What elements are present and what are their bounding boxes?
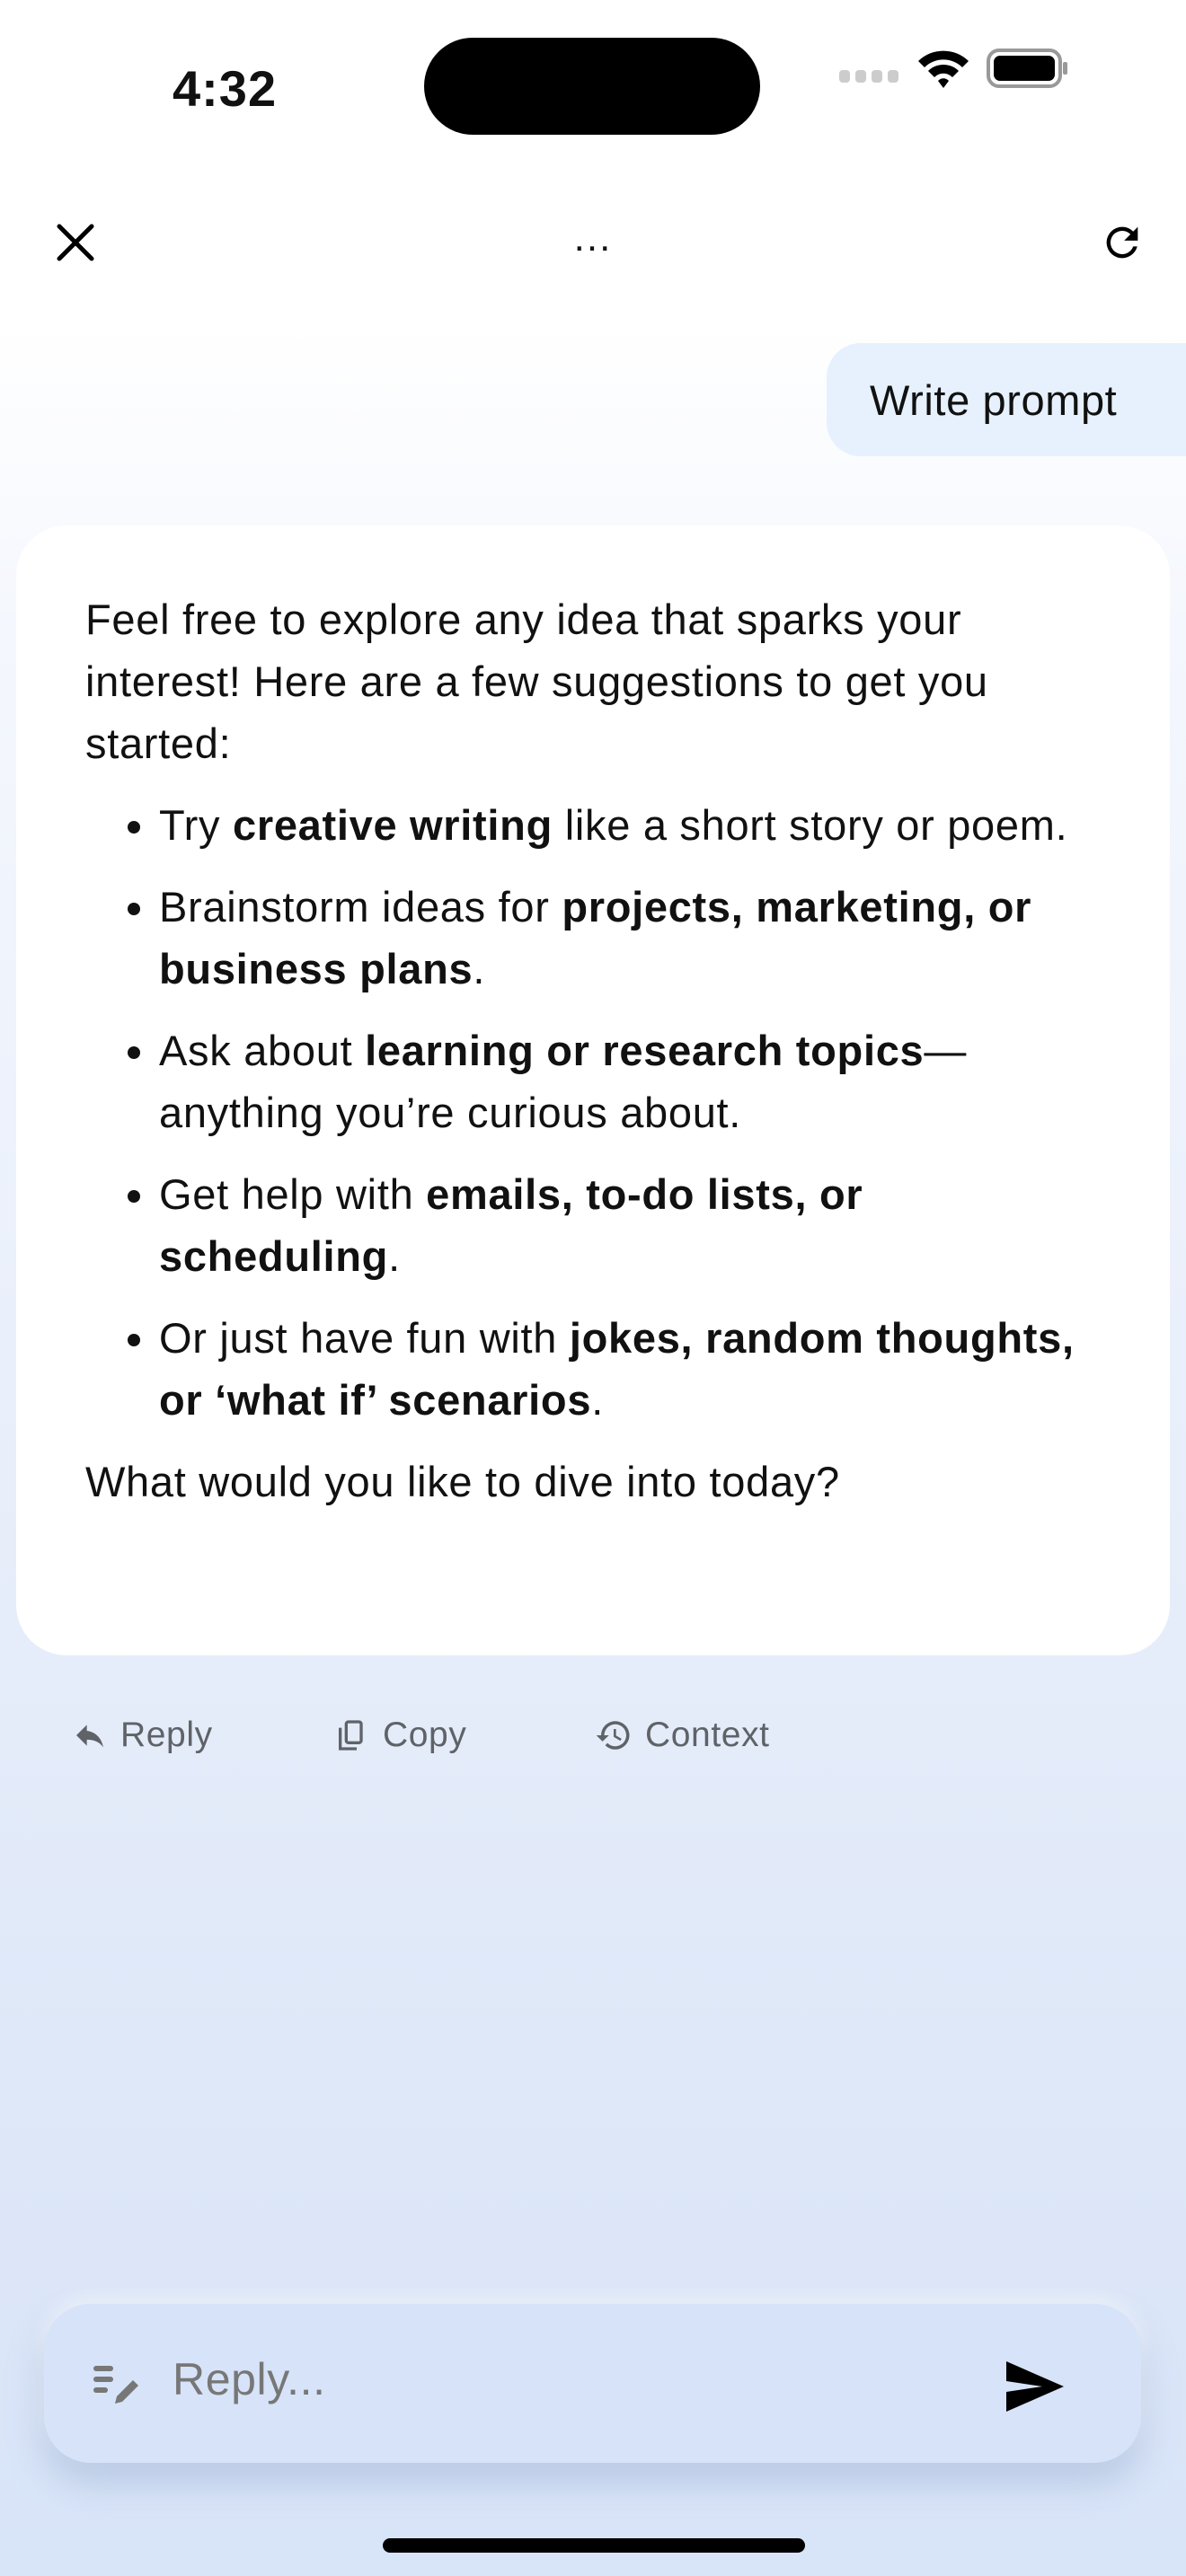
dynamic-island: [424, 38, 760, 135]
suggestion-list: Try creative writing like a short story …: [85, 794, 1101, 1431]
refresh-icon: [1106, 226, 1138, 259]
status-time: 4:32: [173, 60, 278, 117]
copy-button[interactable]: Copy: [334, 1707, 595, 1764]
assistant-message-card: Feel free to explore any idea that spark…: [16, 525, 1170, 1655]
user-message-bubble: Write prompt: [827, 343, 1186, 456]
message-actions: Reply Copy Context: [72, 1707, 770, 1764]
home-indicator: [383, 2538, 805, 2553]
status-icons: [839, 49, 1069, 88]
close-icon: [57, 224, 94, 261]
edit-note-icon: [93, 2366, 138, 2404]
context-button[interactable]: Context: [595, 1707, 770, 1764]
list-item: Get help with emails, to-do lists, or sc…: [159, 1163, 1101, 1287]
assistant-intro: Feel free to explore any idea that spark…: [85, 595, 988, 767]
refresh-button[interactable]: [1095, 216, 1149, 269]
assistant-outro: What would you like to dive into today?: [85, 1458, 840, 1505]
cellular-signal-icon: [839, 70, 898, 83]
conversation-title: ...: [573, 216, 613, 260]
list-item: Brainstorm ideas for projects, marketing…: [159, 876, 1101, 1000]
reply-button[interactable]: Reply: [72, 1707, 334, 1764]
wifi-icon: [918, 50, 969, 88]
send-button[interactable]: [997, 2349, 1073, 2424]
reply-input[interactable]: Reply...: [173, 2353, 326, 2405]
list-item: Try creative writing like a short story …: [159, 794, 1101, 856]
list-item: Or just have fun with jokes, random thou…: [159, 1307, 1101, 1431]
user-message-text: Write prompt: [870, 375, 1118, 424]
history-icon: [596, 1721, 630, 1750]
close-button[interactable]: [50, 217, 101, 268]
reply-icon: [76, 1725, 103, 1748]
list-item: Ask about learning or research topics—an…: [159, 1019, 1101, 1143]
battery-icon: [987, 49, 1067, 88]
send-icon: [1006, 2361, 1064, 2412]
copy-icon: [339, 1720, 363, 1751]
